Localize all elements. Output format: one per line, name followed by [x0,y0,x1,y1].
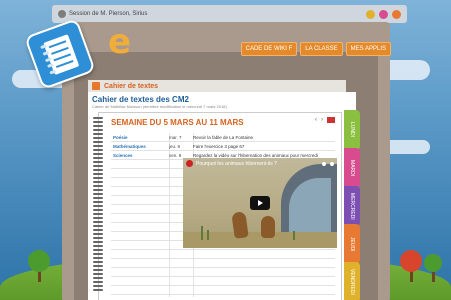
video-player[interactable]: Pourquoi les animaux hibernent-ils ? [183,158,337,248]
notebook-icon [92,82,100,90]
tab-mardi[interactable]: Mardi [344,148,360,188]
entry-day: mar. 7 [169,135,182,140]
power-icon[interactable] [392,9,401,19]
share-icon[interactable] [330,161,334,166]
day-tabs: Lundi Mardi Mercredi Jeudi Vendredi [344,110,360,300]
brand-logo: e [108,22,132,62]
nav-buttons: Cade de wiki F La classe Mes applis [240,42,391,56]
prev-week-button[interactable]: ‹ [315,117,317,123]
settings-icon[interactable] [379,9,388,19]
channel-avatar-icon [186,160,193,167]
top-bar: Session de M. Pierson, Sirius [52,5,407,23]
page-subtitle: Cahier de Mathilde Moisson (dernière mod… [92,104,227,109]
spiral-binding [93,117,103,297]
video-title: Pourquoi les animaux hibernent-ils ? [196,160,277,167]
nav-button-apps[interactable]: Mes applis [345,42,391,56]
entry-subject: Sciences [113,153,133,158]
list-item[interactable]: Mathématiques jeu. 8 Faire l'exercice 3 … [111,142,335,151]
nav-button-class[interactable]: La classe [300,42,343,56]
user-session[interactable]: Session de M. Pierson, Sirius [58,10,147,18]
calendar-icon[interactable] [327,117,335,123]
watch-later-icon[interactable] [322,161,326,166]
entry-task: Faire l'exercice 3 page 67 [193,144,245,149]
page-title: Cahier de textes des CM2 [92,95,189,104]
play-button[interactable] [250,196,270,210]
user-label: Session de M. Pierson, Sirius [69,11,148,17]
tab-lundi[interactable]: Lundi [344,110,360,150]
week-title: Semaine du 5 mars au 11 mars [111,118,244,127]
tab-vendredi[interactable]: Vendredi [344,262,360,300]
cahier-header: Cahier de textes [88,80,346,92]
nav-button-wiki[interactable]: Cade de wiki F [240,42,298,56]
entry-task: Revoir la fable de La Fontaine [193,135,254,140]
entry-subject: Mathématiques [113,144,146,149]
tab-jeudi[interactable]: Jeudi [344,224,360,264]
homework-list: Poésie mar. 7 Revoir la fable de La Font… [111,133,335,160]
tab-mercredi[interactable]: Mercredi [344,186,360,226]
list-item[interactable]: Poésie mar. 7 Revoir la fable de La Font… [111,133,335,142]
entry-day: jeu. 8 [169,144,181,149]
user-avatar-icon [58,10,66,18]
next-week-button[interactable]: › [321,117,323,123]
video-title-bar: Pourquoi les animaux hibernent-ils ? [186,160,334,167]
entry-subject: Poésie [113,135,128,140]
cahier-header-label: Cahier de textes [104,82,159,90]
notification-icon[interactable] [366,9,375,19]
